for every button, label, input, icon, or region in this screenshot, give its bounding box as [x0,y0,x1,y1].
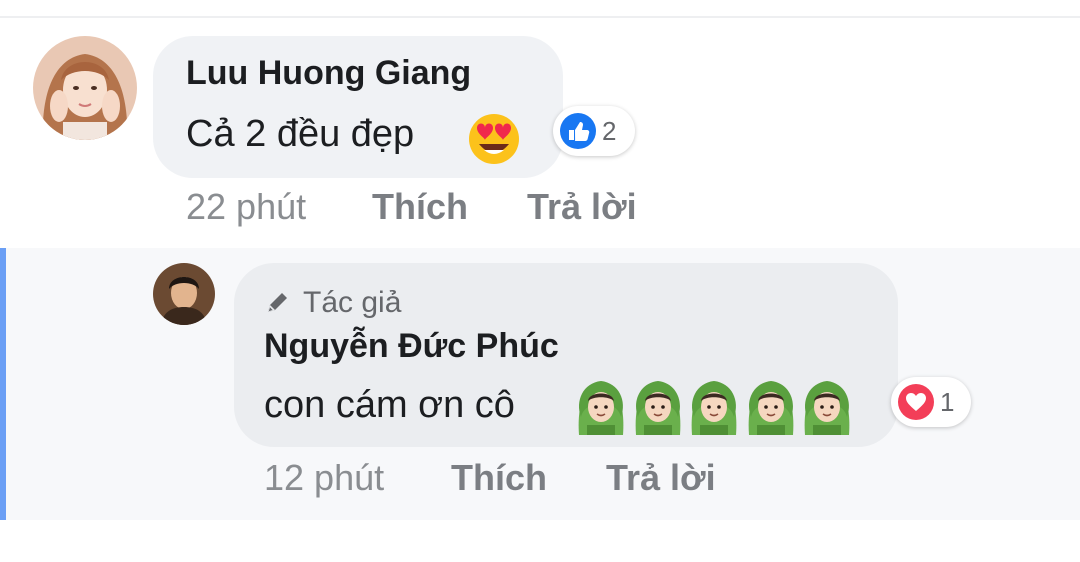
reaction-badge[interactable]: 1 [891,377,971,427]
reply-timestamp[interactable]: 12 phút [264,457,384,499]
comment-author-name[interactable]: Luu Huong Giang [186,54,471,93]
like-button[interactable]: Thích [372,186,468,228]
like-icon [560,113,596,149]
heart-eyes-emoji-icon [469,114,519,164]
reaction-count: 2 [602,116,617,146]
author-badge: Tác giả [303,286,402,319]
top-divider [0,16,1080,18]
reply-author-name[interactable]: Nguyễn Đức Phúc [264,327,559,366]
comment-text: Cả 2 đều đẹp [186,113,415,155]
person-heart-hands-emoji-icon [691,381,737,435]
reply-button[interactable]: Trả lời [606,457,716,499]
reply-indicator-bar [0,248,6,520]
reaction-badge[interactable]: 2 [553,106,635,156]
heart-reaction-icon [898,384,934,420]
reply-avatar[interactable] [153,263,215,325]
reply-text: con cám ơn cô [264,384,515,426]
pencil-icon [268,293,287,312]
person-heart-hands-emoji-icon [578,381,624,435]
avatar[interactable] [33,36,137,140]
person-heart-hands-emoji-icon [804,381,850,435]
person-heart-hands-emoji-icon [635,381,680,435]
person-heart-hands-emoji-icon [748,381,793,435]
like-button[interactable]: Thích [451,457,547,499]
reaction-count: 1 [940,387,955,417]
comment-timestamp[interactable]: 22 phút [186,186,306,228]
reply-button[interactable]: Trả lời [527,186,637,228]
